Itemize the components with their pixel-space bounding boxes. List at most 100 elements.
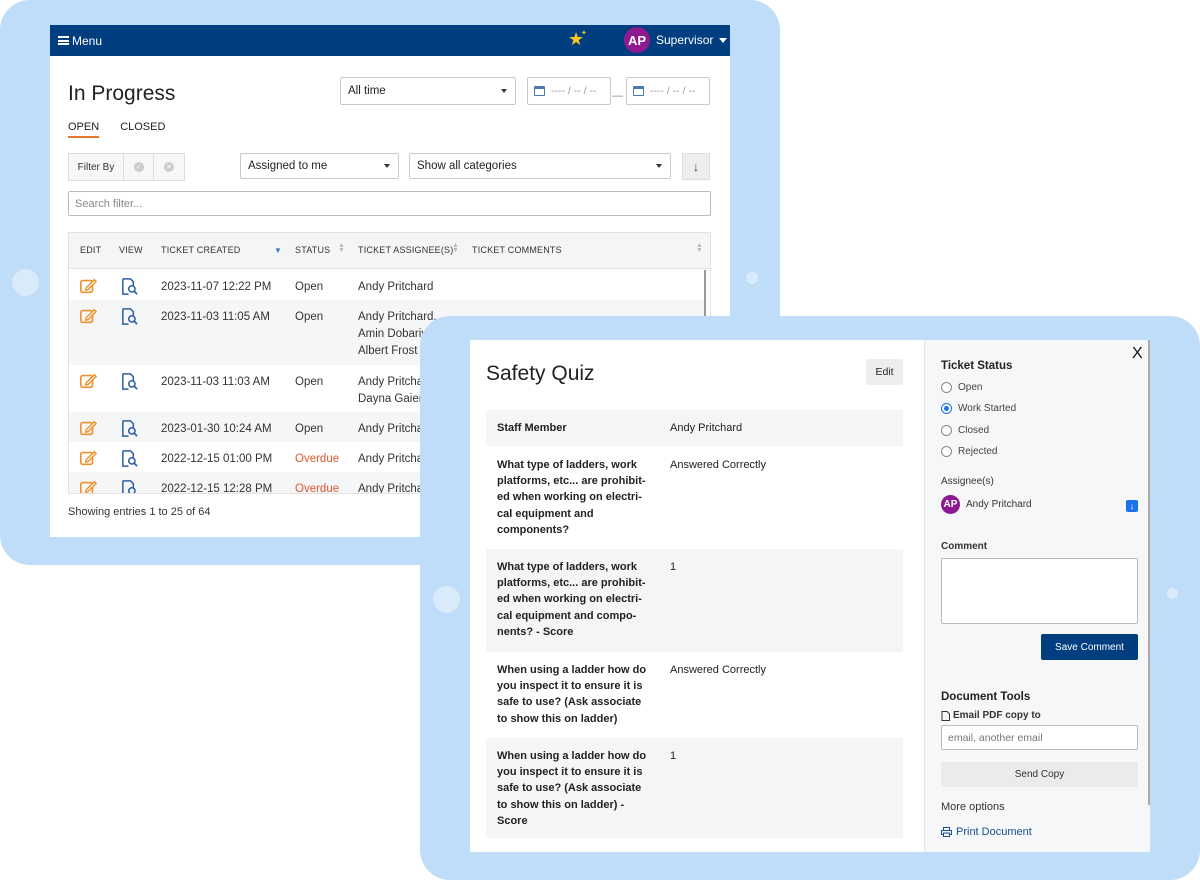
- ticket-status: Overdue: [295, 483, 340, 494]
- col-ticket-created[interactable]: TICKET CREATED: [161, 245, 240, 255]
- view-document-icon[interactable]: [120, 479, 139, 494]
- ticket-created: 2023-01-30 10:24 AM: [161, 423, 272, 435]
- view-document-icon[interactable]: [120, 449, 139, 468]
- chevron-down-icon: [384, 164, 390, 168]
- edit-button[interactable]: Edit: [866, 359, 903, 385]
- avatar: AP: [941, 495, 960, 514]
- view-document-icon[interactable]: [120, 307, 139, 326]
- filter-by-label: Filter By: [69, 154, 124, 180]
- comment-label: Comment: [941, 541, 988, 552]
- search-input[interactable]: [68, 191, 711, 216]
- quiz-answer: 1: [670, 750, 677, 762]
- status-option-label: Work Started: [958, 403, 1017, 414]
- status-radio-closed[interactable]: Closed: [941, 425, 989, 436]
- sort-icon[interactable]: ▲ ▼: [452, 242, 459, 254]
- ticket-status: Open: [295, 311, 324, 323]
- assignee-filter-select[interactable]: Assigned to me: [240, 153, 399, 179]
- tablet-camera: [433, 586, 460, 613]
- edit-icon[interactable]: [79, 307, 97, 325]
- user-role: Supervisor: [656, 33, 714, 47]
- ticket-status: Open: [295, 376, 324, 388]
- arrow-down-icon: ↓: [1129, 501, 1135, 511]
- comment-textarea[interactable]: [941, 558, 1138, 624]
- status-option-label: Closed: [958, 425, 990, 436]
- tab-open[interactable]: OPEN: [68, 121, 100, 138]
- ticket-sidebar: X Ticket Status Open Work Started Closed…: [924, 340, 1150, 852]
- col-comments[interactable]: TICKET COMMENTS: [472, 245, 562, 255]
- date-to-input[interactable]: ---- / -- / --: [626, 77, 710, 105]
- radio-selected-icon: [941, 403, 952, 414]
- ticket-created: 2023-11-07 12:22 PM: [161, 281, 272, 293]
- avatar: AP: [624, 27, 650, 53]
- edit-icon[interactable]: [79, 449, 97, 467]
- sort-desc-icon[interactable]: ▼: [274, 247, 282, 255]
- quiz-row: What type of ladders, work platforms, et…: [486, 446, 903, 549]
- status-radio-rejected[interactable]: Rejected: [941, 446, 997, 457]
- save-comment-button[interactable]: Save Comment: [1041, 634, 1138, 660]
- printer-icon: [941, 827, 952, 837]
- quiz-row: Staff Member Andy Pritchard: [486, 410, 903, 446]
- ticket-assignee: Albert Frost: [358, 345, 418, 357]
- pagination-info: Showing entries 1 to 25 of 64: [68, 506, 211, 518]
- time-range-select[interactable]: All time: [340, 77, 516, 105]
- tablet-button: [1167, 588, 1178, 599]
- chevron-down-icon: [719, 37, 728, 43]
- table-row[interactable]: 2023-11-07 12:22 PM Open Andy Pritchard: [69, 270, 706, 300]
- edit-icon[interactable]: [79, 277, 97, 295]
- radio-icon: [941, 382, 952, 393]
- quiz-row: What type of ladders, work platforms, et…: [486, 549, 903, 652]
- quiz-answer: Answered Correctly: [670, 459, 766, 471]
- top-nav-bar: Menu ★ ✦ AP Supervisor: [50, 25, 730, 56]
- col-status[interactable]: STATUS: [295, 245, 330, 255]
- ticket-status: Open: [295, 281, 324, 293]
- close-icon: ✕: [164, 162, 174, 172]
- check-icon: ✓: [133, 162, 144, 172]
- sort-icon[interactable]: ▲ ▼: [338, 242, 345, 254]
- assignee-dropdown-button[interactable]: ↓: [1126, 500, 1138, 512]
- ticket-status: Open: [295, 423, 324, 435]
- ticket-assignee: Dayna Gaier: [358, 393, 423, 405]
- sidebar-scrollbar[interactable]: [1148, 340, 1150, 805]
- close-button[interactable]: X: [1132, 345, 1143, 363]
- status-tabs: OPEN CLOSED: [68, 121, 165, 138]
- calendar-icon: [633, 86, 644, 96]
- edit-icon[interactable]: [79, 479, 97, 494]
- print-document-link[interactable]: Print Document: [941, 826, 1032, 838]
- quiz-answer: 1: [670, 561, 677, 573]
- view-document-icon[interactable]: [120, 277, 139, 296]
- view-document-icon[interactable]: [120, 419, 139, 438]
- edit-icon[interactable]: [79, 372, 97, 390]
- quiz-question: When using a ladder how do you inspect i…: [497, 750, 647, 827]
- quiz-question: What type of ladders, work platforms, et…: [497, 561, 646, 638]
- arrow-down-icon: ↓: [693, 159, 699, 174]
- chevron-down-icon: [656, 164, 662, 168]
- category-filter-value: Show all categories: [417, 160, 517, 172]
- more-options-label: More options: [941, 801, 1005, 813]
- edit-icon[interactable]: [79, 419, 97, 437]
- user-menu[interactable]: AP Supervisor: [624, 27, 728, 53]
- category-filter-select[interactable]: Show all categories: [409, 153, 671, 179]
- status-radio-open[interactable]: Open: [941, 382, 982, 393]
- assignee-name: Andy Pritchard: [966, 499, 1032, 510]
- menu-button[interactable]: Menu: [58, 34, 102, 48]
- quiz-row: When using a ladder how do you inspect i…: [486, 738, 903, 838]
- date-from-input[interactable]: ---- / -- / --: [527, 77, 611, 105]
- assignees-heading: Assignee(s): [941, 476, 994, 487]
- ticket-assignee: Andy Pritchard: [358, 281, 434, 293]
- send-copy-button[interactable]: Send Copy: [941, 762, 1138, 787]
- date-separator: —: [612, 90, 623, 102]
- status-radio-work-started[interactable]: Work Started: [941, 403, 1016, 414]
- email-input[interactable]: [941, 725, 1138, 750]
- filter-check-button[interactable]: ✓: [124, 154, 154, 180]
- print-document-label: Print Document: [956, 826, 1032, 838]
- quiz-title: Safety Quiz: [486, 362, 595, 385]
- view-document-icon[interactable]: [120, 372, 139, 391]
- col-assignees[interactable]: TICKET ASSIGNEE(S): [358, 245, 453, 255]
- sort-direction-button[interactable]: ↓: [682, 153, 710, 180]
- filter-clear-button[interactable]: ✕: [154, 154, 184, 180]
- tab-closed[interactable]: CLOSED: [120, 121, 165, 138]
- menu-label: Menu: [72, 33, 103, 48]
- time-range-value: All time: [348, 85, 386, 97]
- ticket-status: Overdue: [295, 453, 340, 465]
- sort-icon[interactable]: ▲ ▼: [696, 242, 703, 254]
